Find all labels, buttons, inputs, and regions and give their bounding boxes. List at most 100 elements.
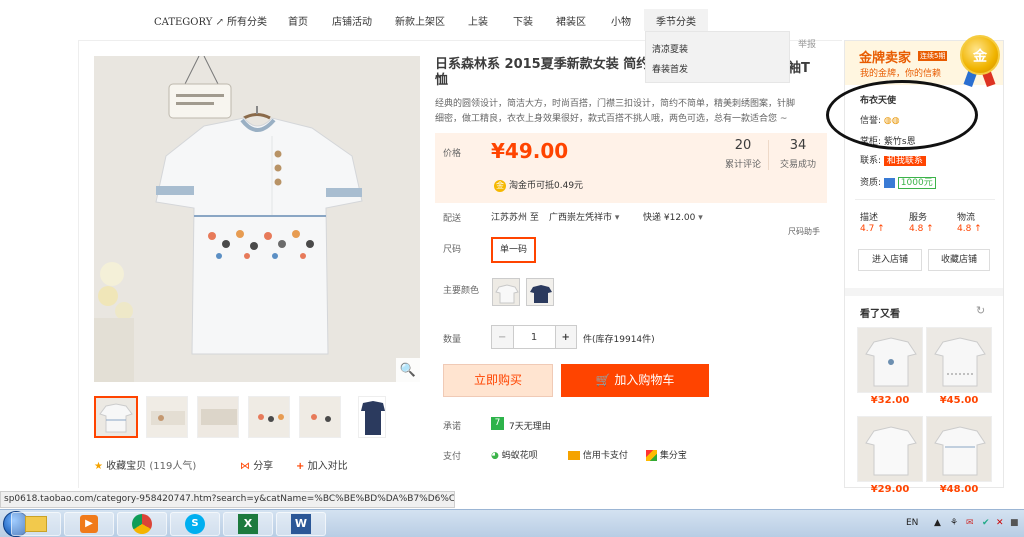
tray-network-icon[interactable]: ⚘: [950, 518, 958, 528]
caret-down-icon: ▾: [614, 213, 620, 223]
qty-input[interactable]: 1: [514, 326, 555, 348]
qty-label: 数量: [443, 335, 462, 345]
season-dropdown: 清凉夏装 春装首发: [645, 31, 790, 83]
star-icon: ★: [94, 461, 103, 472]
tray-volume-icon[interactable]: ■: [1010, 518, 1019, 528]
reviews-label[interactable]: 累计评论: [713, 157, 773, 170]
score-desc: 4.7 ↑: [860, 224, 885, 234]
excel-icon[interactable]: X: [223, 512, 273, 536]
id-icon: [883, 177, 895, 188]
reviews-count[interactable]: 20: [713, 138, 773, 153]
gold-seller-slogan: 我的金牌，你的信赖: [860, 69, 942, 79]
recommend-price-1: ¥32.00: [870, 395, 910, 406]
nav-home[interactable]: 首页: [288, 13, 308, 28]
media-player-icon[interactable]: ▶: [64, 512, 114, 536]
recommend-price-3: ¥29.00: [870, 484, 910, 495]
enter-shop-button[interactable]: 进入店铺: [858, 249, 922, 271]
promise-text[interactable]: 7天无理由: [509, 419, 551, 432]
deposit-badge: 1000元: [897, 177, 936, 189]
nav-tops[interactable]: 上装: [468, 13, 488, 28]
recommend-price-4: ¥48.00: [939, 484, 979, 495]
thumbnail-5[interactable]: [299, 396, 341, 438]
quantity-stepper: − 1 +: [491, 325, 577, 349]
nav-skirts[interactable]: 裙装区: [556, 13, 586, 28]
skype-icon[interactable]: S: [170, 512, 220, 536]
sales-label: 交易成功: [779, 160, 816, 170]
explorer-icon[interactable]: [11, 512, 61, 536]
tray-expand-icon[interactable]: ▲: [934, 518, 941, 528]
tray-alert-icon[interactable]: ✕: [996, 518, 1004, 528]
thumbnail-1[interactable]: [94, 396, 138, 438]
nav-category[interactable]: CATEGORY ↗ 所有分类: [154, 13, 267, 28]
price-label: 价格: [443, 149, 462, 159]
score-desc-label: 描述: [860, 213, 879, 223]
contact-button[interactable]: 和我联系: [883, 156, 926, 166]
nav-bottoms[interactable]: 下装: [513, 13, 533, 28]
shop-nav: CATEGORY ↗ 所有分类 首页 店铺活动 新款上架区 上装 下装 裙装区 …: [0, 0, 1024, 38]
language-indicator[interactable]: EN: [906, 518, 918, 528]
recommend-item-2[interactable]: [926, 327, 992, 393]
pay-jifenbao[interactable]: 集分宝: [646, 448, 687, 461]
pay-huabei[interactable]: ◕ 蚂蚁花呗: [491, 448, 538, 461]
dropdown-item-summer[interactable]: 清凉夏装: [646, 40, 789, 60]
chrome-icon[interactable]: [117, 512, 167, 536]
recommend-item-3[interactable]: [857, 416, 923, 482]
pay-credit-card[interactable]: 信用卡支付: [568, 448, 628, 461]
ship-method-select[interactable]: 快递 ¥12.00 ▾: [643, 210, 703, 223]
favorite-shop-button[interactable]: 收藏店铺: [928, 249, 990, 271]
nav-activities[interactable]: 店铺活动: [332, 13, 372, 28]
recommend-item-1[interactable]: [857, 327, 923, 393]
share-icon: ⋈: [240, 461, 250, 472]
score-logistics: 4.8 ↑: [957, 224, 982, 234]
qty-plus-button[interactable]: +: [554, 326, 576, 348]
ship-label: 配送: [443, 214, 462, 224]
annotation-circle: [826, 80, 978, 150]
size-label: 尺码: [443, 245, 462, 255]
size-helper-link[interactable]: 尺码助手: [788, 226, 820, 237]
coin-icon: 金: [494, 179, 506, 192]
favorite-button[interactable]: ★ 收藏宝贝 (119人气): [94, 457, 196, 472]
windows-taskbar: ▶ S X W EN ▲ ⚘ ✉ ✔ ✕ ■: [0, 509, 1024, 537]
gold-seller-tag: 连续5期: [918, 51, 948, 61]
score-service-label: 服务: [909, 213, 928, 223]
dropdown-item-spring[interactable]: 春装首发: [646, 60, 789, 80]
compare-button[interactable]: + 加入对比: [296, 457, 348, 472]
add-to-cart-button[interactable]: 🛒 加入购物车: [561, 364, 709, 397]
tray-mail-icon[interactable]: ✉: [966, 518, 974, 528]
product-main-image[interactable]: [94, 56, 420, 382]
refresh-icon[interactable]: ↻: [976, 304, 985, 317]
ship-from: 江苏苏州 至: [491, 213, 539, 223]
jifenbao-icon: [646, 450, 657, 461]
thumbnail-4[interactable]: [248, 396, 290, 438]
gold-medal-icon: 金: [960, 35, 1000, 75]
recommend-title: 看了又看: [860, 309, 900, 320]
product-description: 经典的圆领设计，简洁大方，时尚百搭，门襟三扣设计，简约不简单，精美刺绣图案，针脚…: [435, 99, 796, 124]
buy-now-button[interactable]: 立即购买: [443, 364, 553, 397]
qty-minus-button[interactable]: −: [492, 326, 514, 348]
sales-count: 34: [789, 138, 807, 153]
browser-status-bar: sp0618.taobao.com/category-958420747.htm…: [0, 491, 455, 508]
seven-day-icon: 7: [491, 417, 504, 430]
credit-card-icon: [568, 451, 580, 460]
ship-to-select[interactable]: 广西崇左凭祥市 ▾: [549, 210, 619, 223]
thumbnail-2[interactable]: [146, 396, 188, 438]
report-link[interactable]: 举报: [798, 37, 816, 50]
pay-label: 支付: [443, 452, 462, 462]
word-icon[interactable]: W: [276, 512, 326, 536]
recommend-item-4[interactable]: [926, 416, 992, 482]
size-option[interactable]: 单一码: [491, 237, 536, 263]
color-label: 主要颜色: [443, 286, 480, 296]
thumbnail-6[interactable]: [358, 396, 386, 438]
zoom-icon[interactable]: 🔍: [396, 358, 420, 382]
nav-season[interactable]: 季节分类: [644, 9, 708, 31]
caret-down-icon: ▾: [698, 213, 703, 223]
tray-check-icon[interactable]: ✔: [982, 518, 990, 528]
color-swatch-navy[interactable]: [526, 278, 554, 306]
nav-accessories[interactable]: 小物: [611, 13, 631, 28]
nav-new-arrivals[interactable]: 新款上架区: [395, 13, 445, 28]
page: CATEGORY ↗ 所有分类 首页 店铺活动 新款上架区 上装 下装 裙装区 …: [0, 0, 1024, 537]
thumbnail-3[interactable]: [197, 396, 239, 438]
share-button[interactable]: ⋈ 分享: [240, 457, 273, 472]
sidebar-divider: [855, 199, 995, 200]
color-swatch-white[interactable]: [492, 278, 520, 306]
